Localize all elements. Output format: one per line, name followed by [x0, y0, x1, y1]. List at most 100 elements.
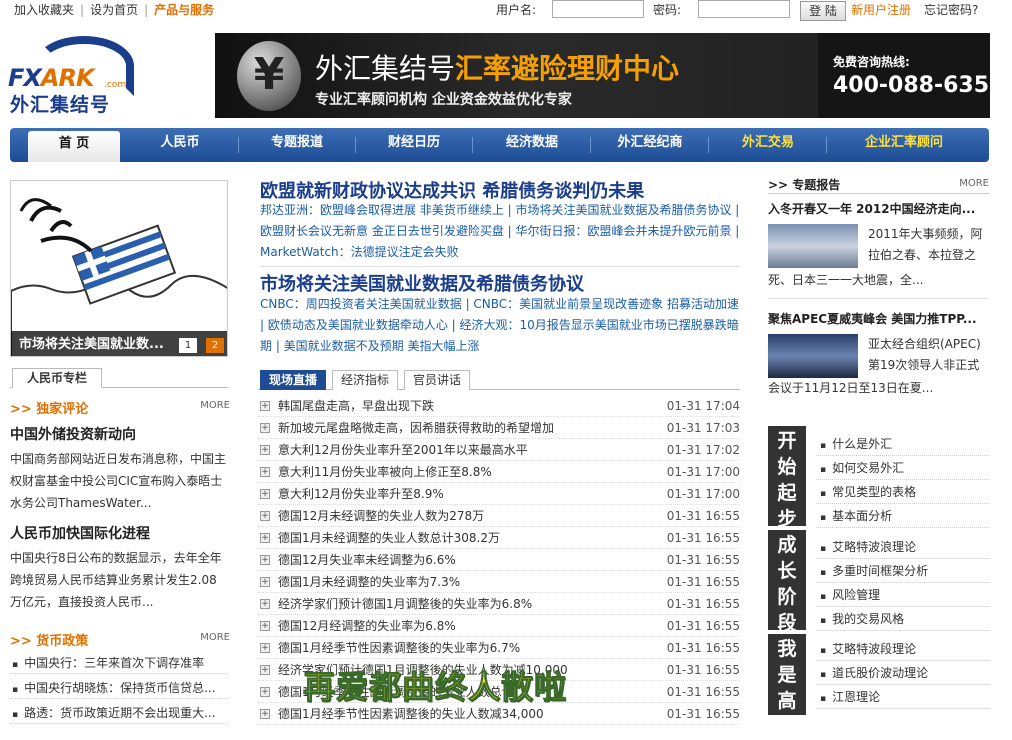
- news-title[interactable]: 德国12月失业率未经调整为6.6%: [278, 549, 456, 571]
- expand-plus-icon[interactable]: +: [260, 687, 270, 697]
- more-link[interactable]: MORE: [200, 400, 230, 411]
- tab-indicators[interactable]: 经济指标: [332, 370, 398, 390]
- tab-live[interactable]: 现场直播: [260, 370, 326, 390]
- news-time: 01-31 16:55: [666, 707, 740, 721]
- news-row[interactable]: + 经济学家们预计德国1月调整後的失业率为6.8% 01-31 16:55: [258, 593, 740, 615]
- expand-plus-icon[interactable]: +: [260, 577, 270, 587]
- article-title[interactable]: 人民币加快国际化进程: [10, 523, 228, 543]
- guide-item[interactable]: 风险管理: [816, 583, 989, 607]
- forgot-password-link[interactable]: 忘记密码?: [924, 1, 978, 18]
- news-title[interactable]: 新加坡元尾盘略微走高，因希腊获得救助的希望增加: [278, 417, 554, 439]
- slide-page-1[interactable]: 1: [179, 338, 197, 353]
- nav-home[interactable]: 首 页: [28, 131, 120, 162]
- news-title[interactable]: 德国1月未经调整的失业率为7.3%: [278, 571, 460, 593]
- news-time: 01-31 16:55: [666, 663, 740, 677]
- news-row[interactable]: + 意大利11月份失业率被向上修正至8.8% 01-31 17:00: [258, 461, 740, 483]
- set-homepage-link[interactable]: 设为首页: [90, 3, 138, 17]
- news-title[interactable]: 德国12月未经调整的失业人数为278万: [278, 505, 484, 527]
- guide-item[interactable]: 艾略特波浪理论: [816, 535, 989, 559]
- report-article[interactable]: 入冬开春又一年 2012中国经济走向... 2011年大事频频，阿拉伯之春、本拉…: [768, 200, 989, 292]
- slide-page-2[interactable]: 2: [206, 338, 224, 353]
- expand-plus-icon[interactable]: +: [260, 423, 270, 433]
- list-item[interactable]: 路透：货币政策近期不会出现重大...: [10, 702, 228, 724]
- banner-subtitle: 专业汇率顾问机构 企业资金效益优化专家: [315, 92, 572, 108]
- article-title[interactable]: 聚焦APEC夏威夷峰会 美国力推TPP...: [768, 310, 989, 327]
- guide-item[interactable]: 艾略特波段理论: [816, 637, 989, 661]
- expand-plus-icon[interactable]: +: [260, 445, 270, 455]
- nav-fx-trading[interactable]: 外汇交易: [716, 128, 820, 162]
- news-title[interactable]: 德国1月未经调整的失业人数总计308.2万: [278, 527, 500, 549]
- article-title[interactable]: 中国外储投资新动向: [10, 424, 228, 444]
- list-item[interactable]: 中国央行胡晓炼：保持货币信贷总...: [10, 677, 228, 699]
- featured-slideshow[interactable]: 市场将关注美国就业数... 1 2: [10, 180, 228, 357]
- nav-calendar[interactable]: 财经日历: [362, 128, 466, 162]
- tab-officials[interactable]: 官员讲话: [404, 370, 470, 390]
- nav-economic-data[interactable]: 经济数据: [480, 128, 584, 162]
- expand-plus-icon[interactable]: +: [260, 533, 270, 543]
- guide-item[interactable]: 我的交易风格: [816, 607, 989, 631]
- register-link[interactable]: 新用户注册: [851, 1, 911, 18]
- news-title[interactable]: 意大利12月份失业率升至8.9%: [278, 483, 444, 505]
- expand-plus-icon[interactable]: +: [260, 489, 270, 499]
- more-link[interactable]: MORE: [200, 632, 230, 643]
- guide-item[interactable]: 道氏股价波动理论: [816, 661, 989, 685]
- login-button[interactable]: 登 陆: [800, 1, 846, 21]
- news-row[interactable]: + 意大利12月份失业率升至8.9% 01-31 17:00: [258, 483, 740, 505]
- expand-plus-icon[interactable]: +: [260, 643, 270, 653]
- article-title[interactable]: 入冬开春又一年 2012中国经济走向...: [768, 200, 989, 217]
- news-title[interactable]: 德国12月经调整的失业率为6.8%: [278, 615, 456, 637]
- expand-plus-icon[interactable]: +: [260, 511, 270, 521]
- headline-2[interactable]: 市场将关注美国就业数据及希腊债务协议: [260, 270, 584, 296]
- news-title[interactable]: 经济学家们预计德国1月调整後的失业率为6.8%: [278, 593, 532, 615]
- news-row[interactable]: + 韩国尾盘走高，早盘出现下跌 01-31 17:04: [258, 395, 740, 417]
- more-link[interactable]: MORE: [959, 178, 989, 189]
- report-thumbnail[interactable]: [768, 224, 858, 268]
- expand-plus-icon[interactable]: +: [260, 401, 270, 411]
- news-row[interactable]: + 德国1月未经调整的失业人数总计308.2万 01-31 16:55: [258, 527, 740, 549]
- list-item[interactable]: 中国央行：三年来首次下调存准率: [10, 652, 228, 674]
- expand-plus-icon[interactable]: +: [260, 555, 270, 565]
- password-input[interactable]: [698, 0, 790, 18]
- expand-plus-icon[interactable]: +: [260, 621, 270, 631]
- guide-item[interactable]: 多重时间框架分析: [816, 559, 989, 583]
- expand-plus-icon[interactable]: +: [260, 467, 270, 477]
- headline-1-related[interactable]: 邦达亚洲：欧盟峰会取得进展 非美货币继续上 | 市场将关注美国就业数据及希腊债务…: [260, 200, 740, 262]
- guide-item[interactable]: 常见类型的表格: [816, 480, 989, 504]
- guide-item[interactable]: 基本面分析: [816, 504, 989, 528]
- live-news-tabbar: 现场直播 经济指标 官员讲话: [258, 370, 740, 390]
- nav-corporate-advisor[interactable]: 企业汇率顾问: [834, 128, 974, 162]
- guide-item[interactable]: 如何交易外汇: [816, 456, 989, 480]
- nav-rmb[interactable]: 人民币: [130, 128, 230, 162]
- site-logo[interactable]: FXARK .com 外汇集结号: [8, 34, 138, 116]
- news-row[interactable]: + 德国12月经调整的失业率为6.8% 01-31 16:55: [258, 615, 740, 637]
- tab-rmb-column[interactable]: 人民币专栏: [12, 368, 102, 388]
- article-summary: 亚太经合组织(APEC)第19次领导人非正式: [868, 337, 981, 372]
- nav-brokers[interactable]: 外汇经纪商: [598, 128, 702, 162]
- left-article[interactable]: 人民币加快国际化进程 中国央行8日公布的数据显示，去年全年跨境贸易人民币结算业务…: [10, 523, 228, 613]
- guide-item[interactable]: 什么是外汇: [816, 432, 989, 456]
- news-row[interactable]: + 德国12月失业率未经调整为6.6% 01-31 16:55: [258, 549, 740, 571]
- news-row[interactable]: + 德国1月经季节性因素调整後的失业率为6.7% 01-31 16:55: [258, 637, 740, 659]
- news-title[interactable]: 意大利12月份失业率升至2001年以来最高水平: [278, 439, 528, 461]
- report-thumbnail[interactable]: [768, 334, 858, 378]
- news-row[interactable]: + 新加坡元尾盘略微走高，因希腊获得救助的希望增加 01-31 17:03: [258, 417, 740, 439]
- left-article[interactable]: 中国外储投资新动向 中国商务部网站近日发布消息称，中国主权财富基金中投公司CIC…: [10, 424, 228, 514]
- headline-2-related[interactable]: CNBC：周四投资者关注美国就业数据 | CNBC：美国就业前景呈现改善迹象 招…: [260, 294, 740, 356]
- expand-plus-icon[interactable]: +: [260, 709, 270, 719]
- username-input[interactable]: [552, 0, 644, 18]
- ad-banner[interactable]: ¥ 外汇集结号汇率避险理财中心 专业汇率顾问机构 企业资金效益优化专家 免费咨询…: [215, 33, 990, 118]
- news-time: 01-31 17:03: [666, 421, 740, 435]
- bookmark-link[interactable]: 加入收藏夹: [14, 3, 74, 17]
- nav-special-reports[interactable]: 专题报道: [246, 128, 348, 162]
- expand-plus-icon[interactable]: +: [260, 599, 270, 609]
- guide-item[interactable]: 江恩理论: [816, 685, 989, 709]
- news-row[interactable]: + 德国12月未经调整的失业人数为278万 01-31 16:55: [258, 505, 740, 527]
- news-row[interactable]: + 意大利12月份失业率升至2001年以来最高水平 01-31 17:02: [258, 439, 740, 461]
- news-title[interactable]: 韩国尾盘走高，早盘出现下跌: [278, 395, 434, 417]
- news-title[interactable]: 意大利11月份失业率被向上修正至8.8%: [278, 461, 492, 483]
- expand-plus-icon[interactable]: +: [260, 665, 270, 675]
- products-services-link[interactable]: 产品与服务: [154, 3, 214, 17]
- report-article[interactable]: 聚焦APEC夏威夷峰会 美国力推TPP... 亚太经合组织(APEC)第19次领…: [768, 310, 989, 402]
- news-title[interactable]: 德国1月经季节性因素调整後的失业率为6.7%: [278, 637, 520, 659]
- news-row[interactable]: + 德国1月未经调整的失业率为7.3% 01-31 16:55: [258, 571, 740, 593]
